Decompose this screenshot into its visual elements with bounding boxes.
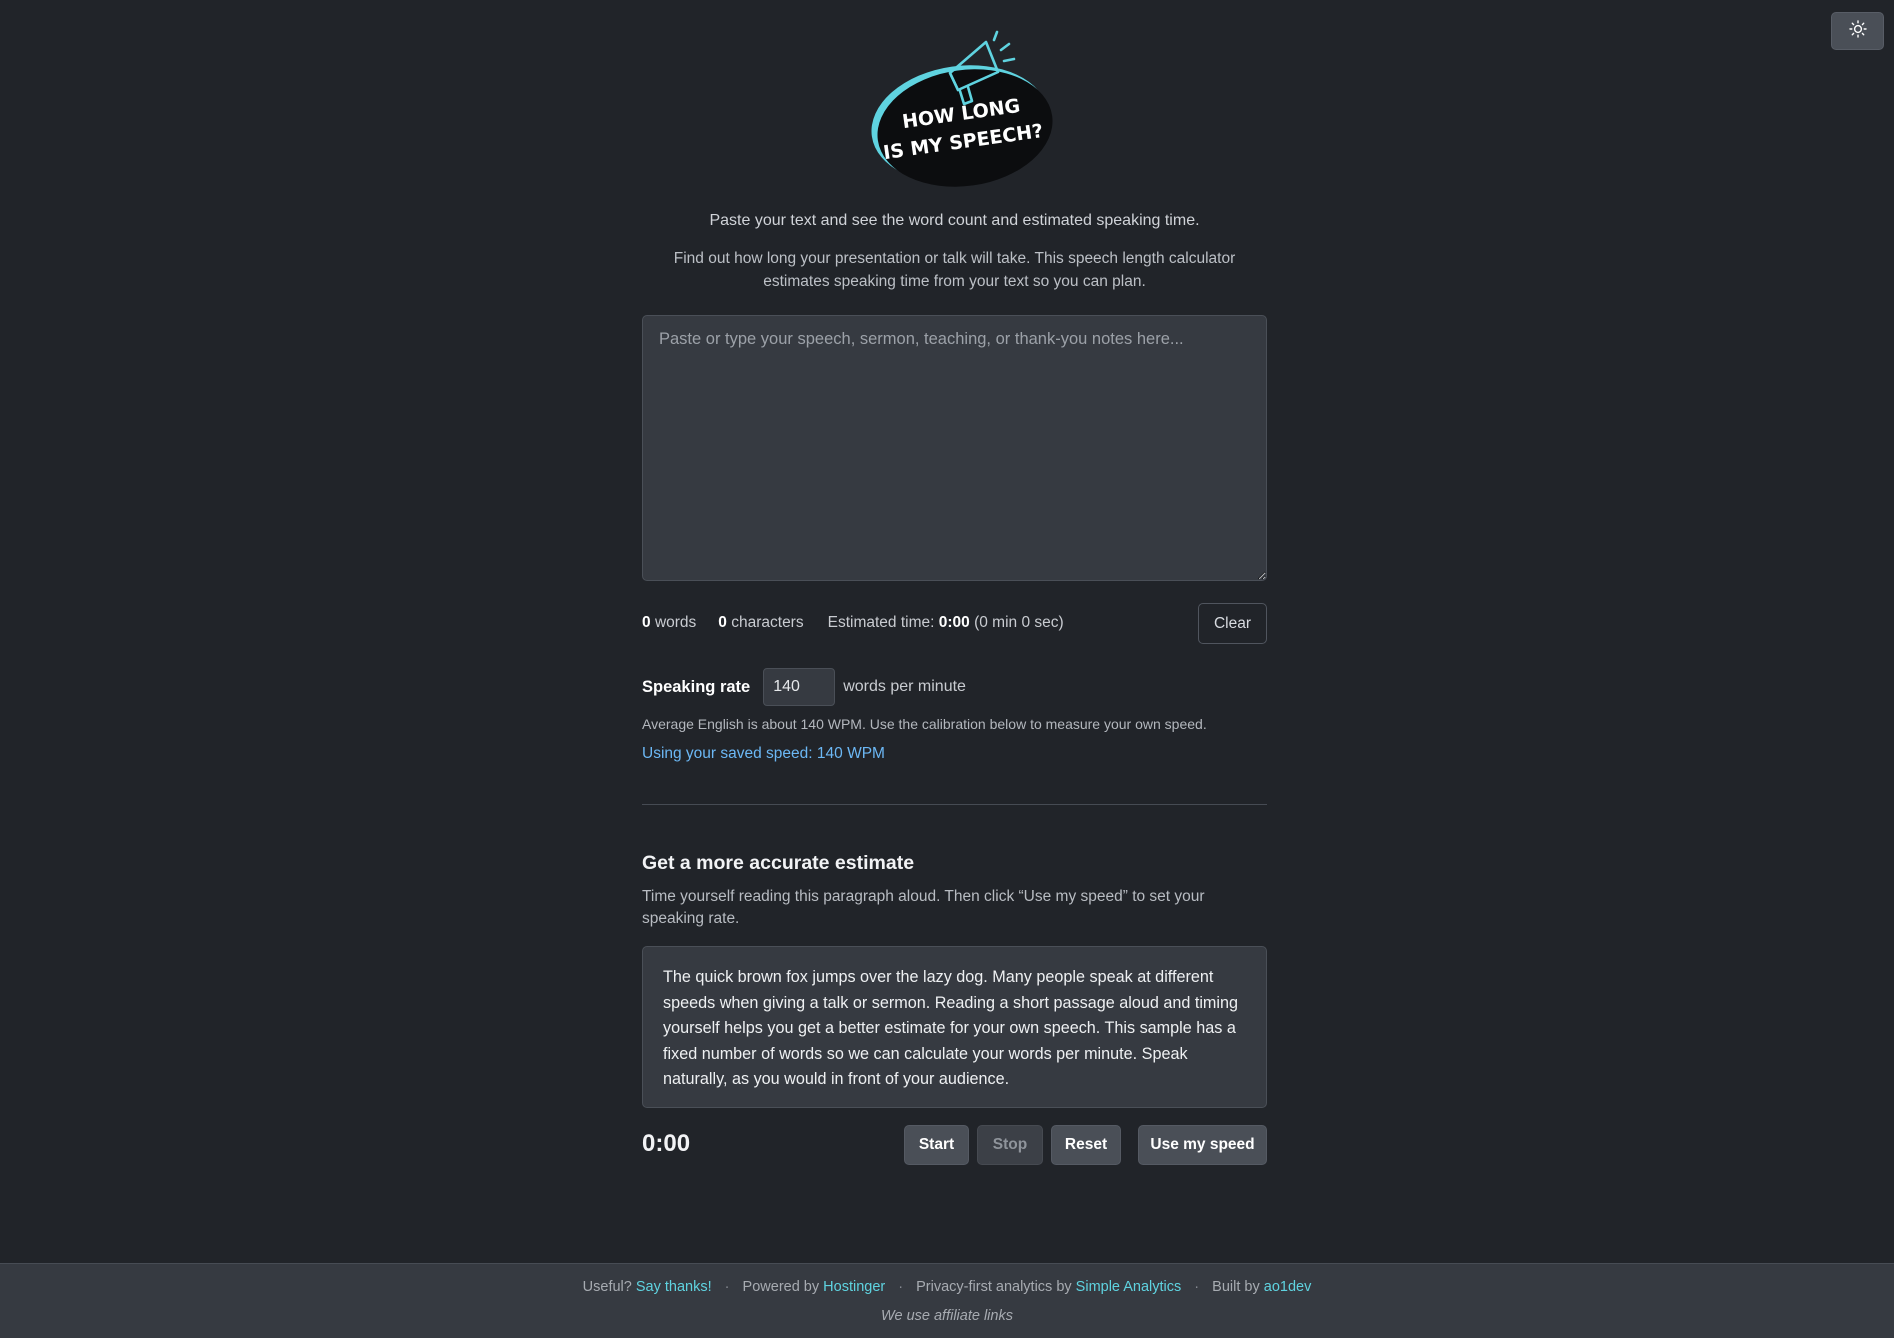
saved-speed-link[interactable]: Using your saved speed: 140 WPM	[642, 745, 885, 763]
start-button[interactable]: Start	[904, 1125, 969, 1165]
speaking-rate-input[interactable]	[763, 668, 836, 706]
calibration-title: Get a more accurate estimate	[642, 852, 915, 874]
stop-button[interactable]: Stop	[977, 1125, 1043, 1165]
speech-input[interactable]	[642, 315, 1267, 581]
stats-row: 0 words 0 characters Estimated time: 0:0…	[642, 614, 1064, 632]
section-divider	[642, 804, 1267, 805]
reset-button[interactable]: Reset	[1051, 1125, 1121, 1165]
hostinger-link[interactable]: Hostinger	[823, 1279, 885, 1295]
character-count: 0 characters	[718, 614, 804, 631]
speaking-rate-row: Speaking rate words per minute	[642, 668, 966, 706]
word-count: 0 words	[642, 614, 697, 631]
simple-analytics-link[interactable]: Simple Analytics	[1076, 1279, 1182, 1295]
footer: Useful? Say thanks! · Powered by Hosting…	[0, 1263, 1894, 1338]
calibration-timer: 0:00	[642, 1130, 691, 1157]
theme-toggle-button[interactable]	[1831, 12, 1884, 50]
estimated-time: Estimated time: 0:00 (0 min 0 sec)	[827, 614, 1064, 631]
speaking-rate-label: Speaking rate	[642, 677, 751, 696]
use-my-speed-button[interactable]: Use my speed	[1138, 1125, 1267, 1165]
tagline: Paste your text and see the word count a…	[709, 212, 1200, 229]
calibration-sample-text: The quick brown fox jumps over the lazy …	[642, 946, 1267, 1108]
sun-icon	[1848, 19, 1867, 43]
affiliate-note: We use affiliate links	[881, 1308, 1013, 1324]
site-logo[interactable]: HOW LONG IS MY SPEECH?	[864, 28, 1064, 194]
intro-text: Find out how long your presentation or t…	[673, 250, 1236, 290]
speaking-rate-unit: words per minute	[843, 678, 966, 695]
author-link[interactable]: ao1dev	[1264, 1279, 1312, 1295]
footer-links: Useful? Say thanks! · Powered by Hosting…	[582, 1279, 1312, 1295]
calibration-description: Time yourself reading this paragraph alo…	[642, 888, 1205, 927]
say-thanks-link[interactable]: Say thanks!	[636, 1279, 712, 1295]
clear-button[interactable]: Clear	[1198, 603, 1267, 644]
speaking-rate-help: Average English is about 140 WPM. Use th…	[642, 716, 1207, 732]
